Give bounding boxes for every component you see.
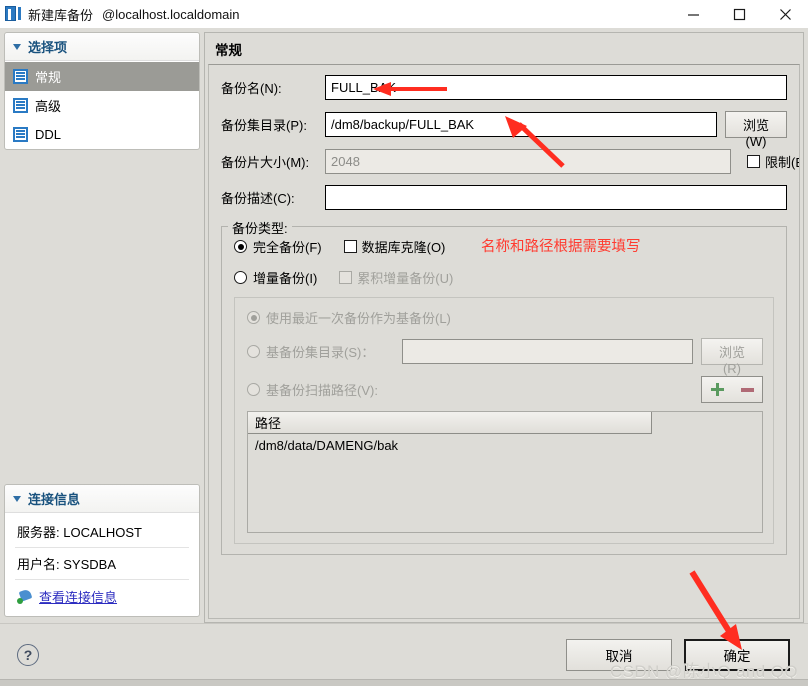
- close-icon[interactable]: [762, 0, 808, 28]
- window-controls: [670, 0, 808, 28]
- limit-label: 限制(E): [765, 155, 799, 170]
- limit-checkbox-wrap[interactable]: 限制(E): [747, 152, 799, 171]
- view-connection-link[interactable]: 查看连接信息: [39, 587, 117, 606]
- minus-icon[interactable]: [740, 387, 754, 392]
- dialog-content: 选择项 常规 高级 DDL 连接信息 服务器: LOCALHOST 用户名: S…: [0, 28, 808, 623]
- list-icon: [13, 127, 28, 142]
- browse-base-dir-button[interactable]: 浏览(R): [701, 338, 763, 376]
- description-label: 备份描述(C):: [221, 191, 295, 206]
- full-backup-label: 完全备份(F): [253, 240, 322, 255]
- scan-path-radio[interactable]: [247, 383, 260, 396]
- use-last-backup-row: 使用最近一次备份作为基备份(L): [247, 308, 763, 327]
- path-cell: /dm8/data/DAMENG/bak: [255, 438, 399, 453]
- server-value: LOCALHOST: [63, 525, 142, 540]
- db-clone-label: 数据库克隆(O): [361, 240, 446, 255]
- general-form: 备份名(N): 备份集目录(P): 浏览(W) 备份片大小(M):: [208, 64, 800, 619]
- server-label: 服务器:: [17, 525, 60, 540]
- path-column-header: 路径: [255, 416, 282, 431]
- main-area: 常规 备份名(N): 备份集目录(P): 浏览(W): [204, 28, 808, 623]
- options-nav-list: 常规 高级 DDL: [5, 61, 199, 149]
- connection-plug-icon: [17, 587, 33, 604]
- server-row: 服务器: LOCALHOST: [15, 516, 189, 548]
- list-icon: [13, 98, 28, 113]
- window-title: 新建库备份: [28, 7, 94, 23]
- annotation-text: 名称和路径根据需要填写: [481, 239, 641, 255]
- options-panel: 选择项 常规 高级 DDL: [4, 32, 200, 150]
- full-backup-radio[interactable]: [234, 240, 247, 253]
- list-icon: [13, 69, 28, 84]
- sidebar-item-advanced[interactable]: 高级: [5, 91, 199, 120]
- user-row: 用户名: SYSDBA: [15, 548, 189, 580]
- piece-size-label: 备份片大小(M):: [221, 155, 310, 170]
- description-row: 备份描述(C):: [221, 185, 787, 210]
- sidebar: 选择项 常规 高级 DDL 连接信息 服务器: LOCALHOST 用户名: S…: [0, 28, 204, 623]
- table-row[interactable]: /dm8/data/DAMENG/bak: [248, 434, 762, 453]
- ok-button[interactable]: 确定: [684, 639, 790, 671]
- sidebar-item-label: 高级: [35, 99, 62, 114]
- user-label: 用户名:: [17, 557, 60, 572]
- browse-backup-dir-button[interactable]: 浏览(W): [725, 111, 787, 149]
- incremental-backup-radio[interactable]: [234, 271, 247, 284]
- sidebar-item-label: DDL: [35, 127, 62, 142]
- scan-path-label: 基备份扫描路径(V):: [266, 383, 378, 398]
- backup-type-legend: 备份类型:: [228, 218, 292, 237]
- minimize-icon[interactable]: [670, 0, 716, 28]
- backup-dir-label: 备份集目录(P):: [221, 118, 307, 133]
- cumulative-incremental-label: 累积增量备份(U): [357, 271, 454, 286]
- scan-path-table-header: 路径: [248, 412, 652, 434]
- backup-type-group: 备份类型: 完全备份(F) 数据库克隆(O) 增量备份(I) 累积增量备份(U): [221, 218, 787, 555]
- chevron-down-icon: [13, 43, 21, 50]
- base-dir-label: 基备份集目录(S)：: [266, 345, 375, 360]
- sidebar-item-ddl[interactable]: DDL: [5, 120, 199, 149]
- incremental-backup-row: 增量备份(I) 累积增量备份(U): [234, 268, 774, 287]
- base-dir-input[interactable]: [402, 339, 693, 364]
- sidebar-item-general[interactable]: 常规: [5, 62, 199, 91]
- help-icon[interactable]: ?: [17, 644, 39, 666]
- description-input[interactable]: [325, 185, 787, 210]
- use-last-backup-label: 使用最近一次备份作为基备份(L): [266, 311, 451, 326]
- sidebar-item-label: 常规: [35, 70, 62, 85]
- connection-panel-body: 服务器: LOCALHOST 用户名: SYSDBA 查看连接信息: [5, 513, 199, 616]
- backup-name-row: 备份名(N):: [221, 75, 787, 100]
- connection-info-panel: 连接信息 服务器: LOCALHOST 用户名: SYSDBA 查看连接信息: [4, 484, 200, 617]
- incremental-backup-label: 增量备份(I): [253, 271, 318, 286]
- user-value: SYSDBA: [63, 557, 116, 572]
- cumulative-incremental-checkbox[interactable]: [339, 271, 353, 284]
- path-add-remove-group: [701, 376, 763, 403]
- backup-dir-input[interactable]: [325, 112, 717, 137]
- options-panel-header[interactable]: 选择项: [5, 33, 199, 61]
- backup-dir-row: 备份集目录(P): 浏览(W): [221, 111, 787, 149]
- scan-path-row: 基备份扫描路径(V):: [247, 376, 763, 403]
- chevron-down-icon: [13, 495, 21, 502]
- base-dir-radio[interactable]: [247, 345, 260, 358]
- base-backup-subgroup: 使用最近一次备份作为基备份(L) 基备份集目录(S)： 浏览(R) 基备份扫描路…: [234, 297, 774, 544]
- use-last-backup-radio[interactable]: [247, 311, 260, 324]
- window-host: @localhost.localdomain: [102, 6, 240, 22]
- db-clone-checkbox[interactable]: [343, 240, 357, 253]
- database-backup-icon: [5, 6, 21, 22]
- options-panel-title: 选择项: [28, 40, 68, 55]
- backup-name-label: 备份名(N):: [221, 81, 282, 96]
- connection-panel-title: 连接信息: [28, 492, 81, 507]
- general-panel: 常规 备份名(N): 备份集目录(P): 浏览(W): [204, 32, 804, 623]
- title-bar: 新建库备份 @localhost.localdomain: [0, 0, 808, 28]
- view-connection-row[interactable]: 查看连接信息: [15, 580, 189, 608]
- scan-path-table[interactable]: 路径 /dm8/data/DAMENG/bak: [247, 411, 763, 533]
- piece-size-row: 备份片大小(M): 限制(E): [221, 149, 799, 174]
- plus-icon[interactable]: [710, 383, 724, 396]
- backup-name-input[interactable]: [325, 75, 787, 100]
- base-dir-row: 基备份集目录(S)： 浏览(R): [247, 338, 763, 376]
- connection-panel-header[interactable]: 连接信息: [5, 485, 199, 513]
- bottom-strip: [0, 679, 808, 686]
- piece-size-input[interactable]: [325, 149, 731, 174]
- cancel-button[interactable]: 取消: [566, 639, 672, 671]
- backup-dialog: 新建库备份 @localhost.localdomain 选择项 常规 高级 D…: [0, 0, 808, 686]
- maximize-icon[interactable]: [716, 0, 762, 28]
- footer-buttons: 取消 确定: [566, 639, 790, 671]
- dialog-footer: ? 取消 确定 CSDN @陈小Q and QQ: [0, 623, 808, 686]
- limit-checkbox[interactable]: [747, 155, 760, 168]
- page-title: 常规: [205, 33, 803, 64]
